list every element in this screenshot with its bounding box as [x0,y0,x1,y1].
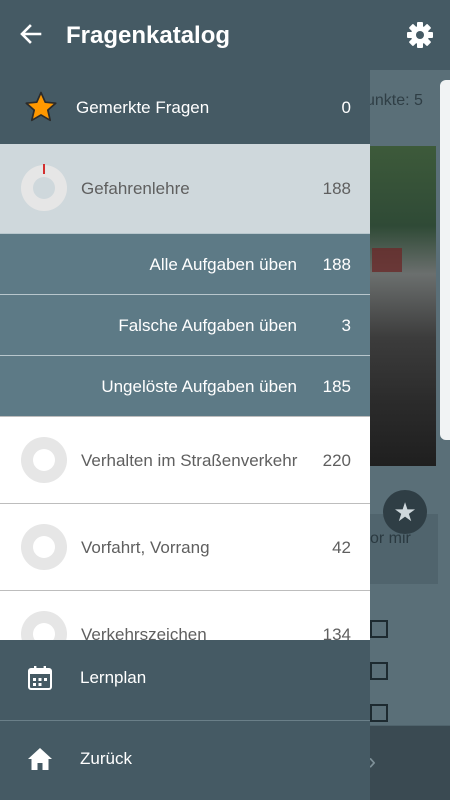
background-side-panel [440,80,450,440]
progress-ring-icon [21,524,67,570]
category-item-verhalten[interactable]: Verhalten im Straßenverkehr 220 [0,416,370,503]
progress-ring-icon [21,611,67,640]
arrow-back-icon [20,24,42,44]
navigation-drawer: Gemerkte Fragen 0 Gefahrenlehre 188 Alle… [0,70,370,800]
progress-ring-center [33,449,55,471]
progress-ring-center [33,536,55,558]
progress-ring-icon [21,164,67,211]
category-item-verkehrszeichen[interactable]: Verkehrszeichen 134 [0,590,370,640]
category-label: Verkehrszeichen [81,625,207,640]
background-checkbox [370,662,388,680]
category-item-gefahrenlehre[interactable]: Gefahrenlehre 188 [0,144,370,233]
page-title: Fragenkatalog [66,22,231,49]
subitem-count: 188 [322,255,351,274]
category-count: 188 [322,179,351,198]
star-icon [25,91,57,122]
bookmarked-questions-item[interactable]: Gemerkte Fragen 0 [0,70,370,144]
subitem-label: Alle Aufgaben üben [149,255,297,274]
category-count: 220 [322,451,351,470]
category-label: Verhalten im Straßenverkehr [81,451,298,470]
category-count: 42 [332,538,351,557]
back-label: Zurück [80,749,132,768]
background-checkbox [370,704,388,722]
background-image-detail [372,248,402,272]
subitem-count: 185 [322,377,351,396]
progress-ring-center [33,623,55,640]
category-label: Vorfahrt, Vorrang [81,538,210,557]
progress-ring-center [33,177,55,199]
learning-plan-button[interactable]: Lernplan [0,640,370,720]
bookmarked-questions-count: 0 [341,98,351,117]
background-points-text: unkte: 5 [366,92,423,109]
settings-button[interactable] [400,15,440,55]
subitem-all-tasks[interactable]: Alle Aufgaben üben 188 [0,233,370,294]
category-label: Gefahrenlehre [81,179,190,198]
calendar-icon [28,666,52,690]
bookmarked-questions-label: Gemerkte Fragen [76,98,210,117]
subitem-label: Falsche Aufgaben üben [118,316,297,335]
subitem-unsolved-tasks[interactable]: Ungelöste Aufgaben üben 185 [0,355,370,416]
subitem-label: Ungelöste Aufgaben üben [101,377,297,396]
background-question-image [370,146,436,466]
subitem-wrong-tasks[interactable]: Falsche Aufgaben üben 3 [0,294,370,355]
background-star-icon: ★ [383,490,427,534]
drawer-footer: Lernplan Zurück [0,640,370,800]
back-button[interactable] [10,15,50,55]
progress-indicator [43,164,45,174]
home-icon [28,748,52,770]
progress-ring-icon [21,437,67,483]
gear-icon [407,22,433,48]
learning-plan-label: Lernplan [80,668,147,687]
background-checkbox [370,620,388,638]
back-home-button[interactable]: Zurück [0,720,370,800]
category-item-vorfahrt[interactable]: Vorfahrt, Vorrang 42 [0,503,370,590]
background-bottom-bar [370,726,450,800]
category-count: 134 [322,625,351,640]
app-bar: Fragenkatalog [0,0,450,70]
category-list[interactable]: Gemerkte Fragen 0 Gefahrenlehre 188 Alle… [0,70,370,640]
subitem-count: 3 [341,316,351,335]
